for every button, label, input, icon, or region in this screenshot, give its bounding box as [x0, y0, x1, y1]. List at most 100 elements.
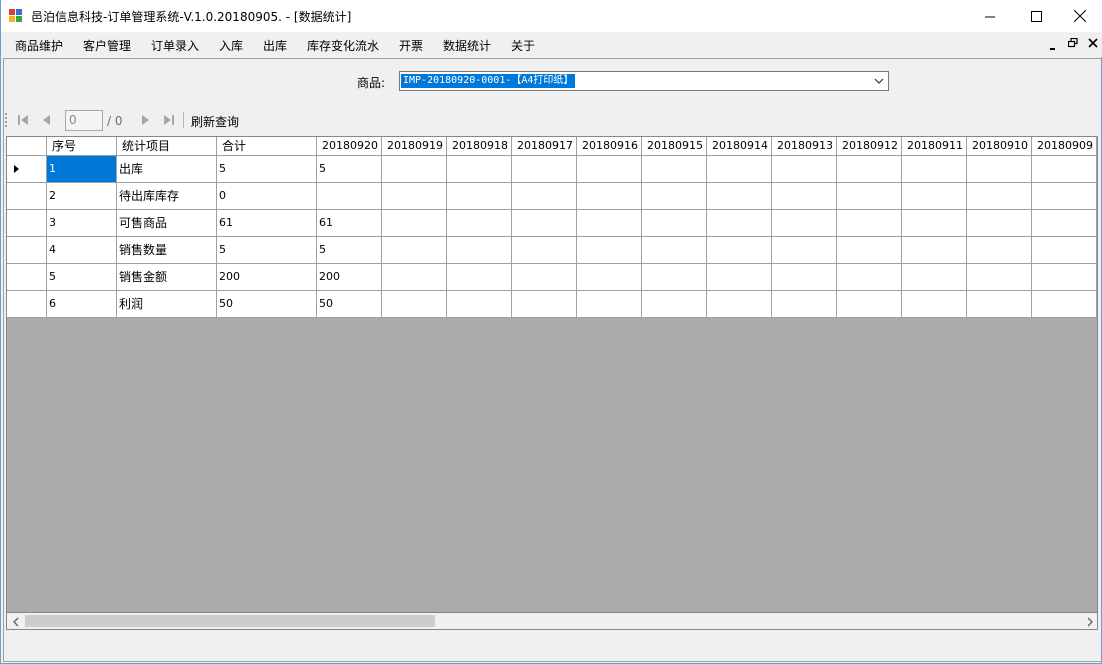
table-cell[interactable] — [707, 210, 772, 237]
table-cell[interactable]: 0 — [217, 183, 317, 210]
column-header[interactable]: 20180913 — [772, 137, 837, 156]
table-cell[interactable] — [447, 291, 512, 318]
table-cell[interactable]: 5 — [217, 156, 317, 183]
table-cell[interactable] — [577, 264, 642, 291]
table-cell[interactable] — [382, 156, 447, 183]
table-cell[interactable] — [837, 210, 902, 237]
table-cell[interactable]: 3 — [47, 210, 117, 237]
table-cell[interactable] — [772, 210, 837, 237]
column-header[interactable]: 序号 — [47, 137, 117, 156]
table-cell[interactable] — [577, 237, 642, 264]
menu-item-stock-out[interactable]: 出库 — [263, 37, 287, 54]
table-cell[interactable] — [902, 237, 967, 264]
table-cell[interactable] — [382, 183, 447, 210]
table-cell[interactable] — [967, 183, 1032, 210]
table-cell[interactable]: 5 — [317, 156, 382, 183]
table-cell[interactable] — [1032, 183, 1097, 210]
column-header[interactable]: 20180909 — [1032, 137, 1097, 156]
table-cell[interactable]: 200 — [217, 264, 317, 291]
table-cell[interactable] — [512, 183, 577, 210]
table-cell[interactable] — [837, 183, 902, 210]
table-cell[interactable] — [902, 291, 967, 318]
maximize-button[interactable] — [1013, 0, 1059, 32]
mdi-close-icon[interactable] — [1088, 38, 1098, 48]
column-header[interactable]: 20180911 — [902, 137, 967, 156]
page-number-input[interactable]: 0 — [65, 110, 103, 131]
table-cell[interactable] — [447, 210, 512, 237]
menu-item-stock-in[interactable]: 入库 — [219, 37, 243, 54]
table-cell[interactable] — [1032, 264, 1097, 291]
column-header[interactable]: 20180914 — [707, 137, 772, 156]
table-cell[interactable]: 出库 — [117, 156, 217, 183]
table-cell[interactable] — [772, 291, 837, 318]
table-cell[interactable] — [447, 264, 512, 291]
table-cell[interactable] — [382, 264, 447, 291]
product-select[interactable]: IMP-20180920-0001-【A4打印纸】 — [399, 71, 889, 91]
horizontal-scrollbar[interactable] — [6, 613, 1098, 630]
row-header[interactable] — [7, 183, 47, 210]
table-cell[interactable] — [382, 291, 447, 318]
table-cell[interactable] — [512, 210, 577, 237]
table-cell[interactable]: 6 — [47, 291, 117, 318]
scroll-left-icon[interactable] — [9, 615, 23, 628]
table-cell[interactable] — [642, 237, 707, 264]
table-cell[interactable] — [707, 237, 772, 264]
table-cell[interactable] — [902, 210, 967, 237]
row-header[interactable] — [7, 264, 47, 291]
scroll-right-icon[interactable] — [1083, 615, 1097, 628]
table-cell[interactable] — [642, 156, 707, 183]
table-cell[interactable] — [642, 210, 707, 237]
table-cell[interactable] — [967, 291, 1032, 318]
table-cell[interactable] — [967, 237, 1032, 264]
menu-item-about[interactable]: 关于 — [511, 37, 535, 54]
table-cell[interactable] — [837, 291, 902, 318]
row-header[interactable] — [7, 291, 47, 318]
table-cell[interactable]: 5 — [47, 264, 117, 291]
table-cell[interactable] — [707, 183, 772, 210]
statistics-grid[interactable]: 序号 统计项目 合计 20180920 20180919 20180918 20180917… — [6, 136, 1098, 613]
scrollbar-thumb[interactable] — [25, 615, 435, 627]
table-cell[interactable] — [837, 156, 902, 183]
table-cell[interactable]: 销售数量 — [117, 237, 217, 264]
row-header[interactable] — [7, 156, 47, 183]
table-cell[interactable] — [382, 210, 447, 237]
table-cell[interactable] — [837, 237, 902, 264]
table-cell[interactable] — [577, 210, 642, 237]
table-cell[interactable]: 1 — [47, 156, 117, 183]
column-header[interactable]: 合计 — [217, 137, 317, 156]
table-cell[interactable] — [642, 291, 707, 318]
column-header[interactable]: 20180910 — [967, 137, 1032, 156]
table-cell[interactable] — [642, 183, 707, 210]
table-cell[interactable] — [772, 264, 837, 291]
menu-item-product[interactable]: 商品维护 — [15, 37, 63, 54]
table-cell[interactable]: 5 — [217, 237, 317, 264]
table-cell[interactable]: 可售商品 — [117, 210, 217, 237]
first-page-icon[interactable] — [15, 112, 31, 128]
table-cell[interactable] — [512, 156, 577, 183]
table-cell[interactable] — [512, 264, 577, 291]
table-cell[interactable] — [1032, 291, 1097, 318]
table-cell[interactable] — [772, 156, 837, 183]
column-header[interactable]: 20180916 — [577, 137, 642, 156]
minimize-button[interactable] — [967, 0, 1013, 32]
table-cell[interactable] — [837, 264, 902, 291]
table-cell[interactable] — [902, 264, 967, 291]
menu-item-customer[interactable]: 客户管理 — [83, 37, 131, 54]
column-header[interactable]: 20180918 — [447, 137, 512, 156]
table-cell[interactable] — [642, 264, 707, 291]
last-page-icon[interactable] — [161, 112, 177, 128]
table-cell[interactable] — [577, 183, 642, 210]
menu-item-invoice[interactable]: 开票 — [399, 37, 423, 54]
table-cell[interactable] — [1032, 237, 1097, 264]
table-cell[interactable] — [967, 210, 1032, 237]
table-cell[interactable] — [317, 183, 382, 210]
table-cell[interactable] — [1032, 210, 1097, 237]
table-cell[interactable] — [707, 156, 772, 183]
table-cell[interactable]: 200 — [317, 264, 382, 291]
table-cell[interactable] — [967, 156, 1032, 183]
table-cell[interactable]: 4 — [47, 237, 117, 264]
menu-item-statistics[interactable]: 数据统计 — [443, 37, 491, 54]
next-page-icon[interactable] — [137, 112, 153, 128]
menu-item-order-entry[interactable]: 订单录入 — [151, 37, 199, 54]
menu-item-stock-flow[interactable]: 库存变化流水 — [307, 37, 379, 54]
